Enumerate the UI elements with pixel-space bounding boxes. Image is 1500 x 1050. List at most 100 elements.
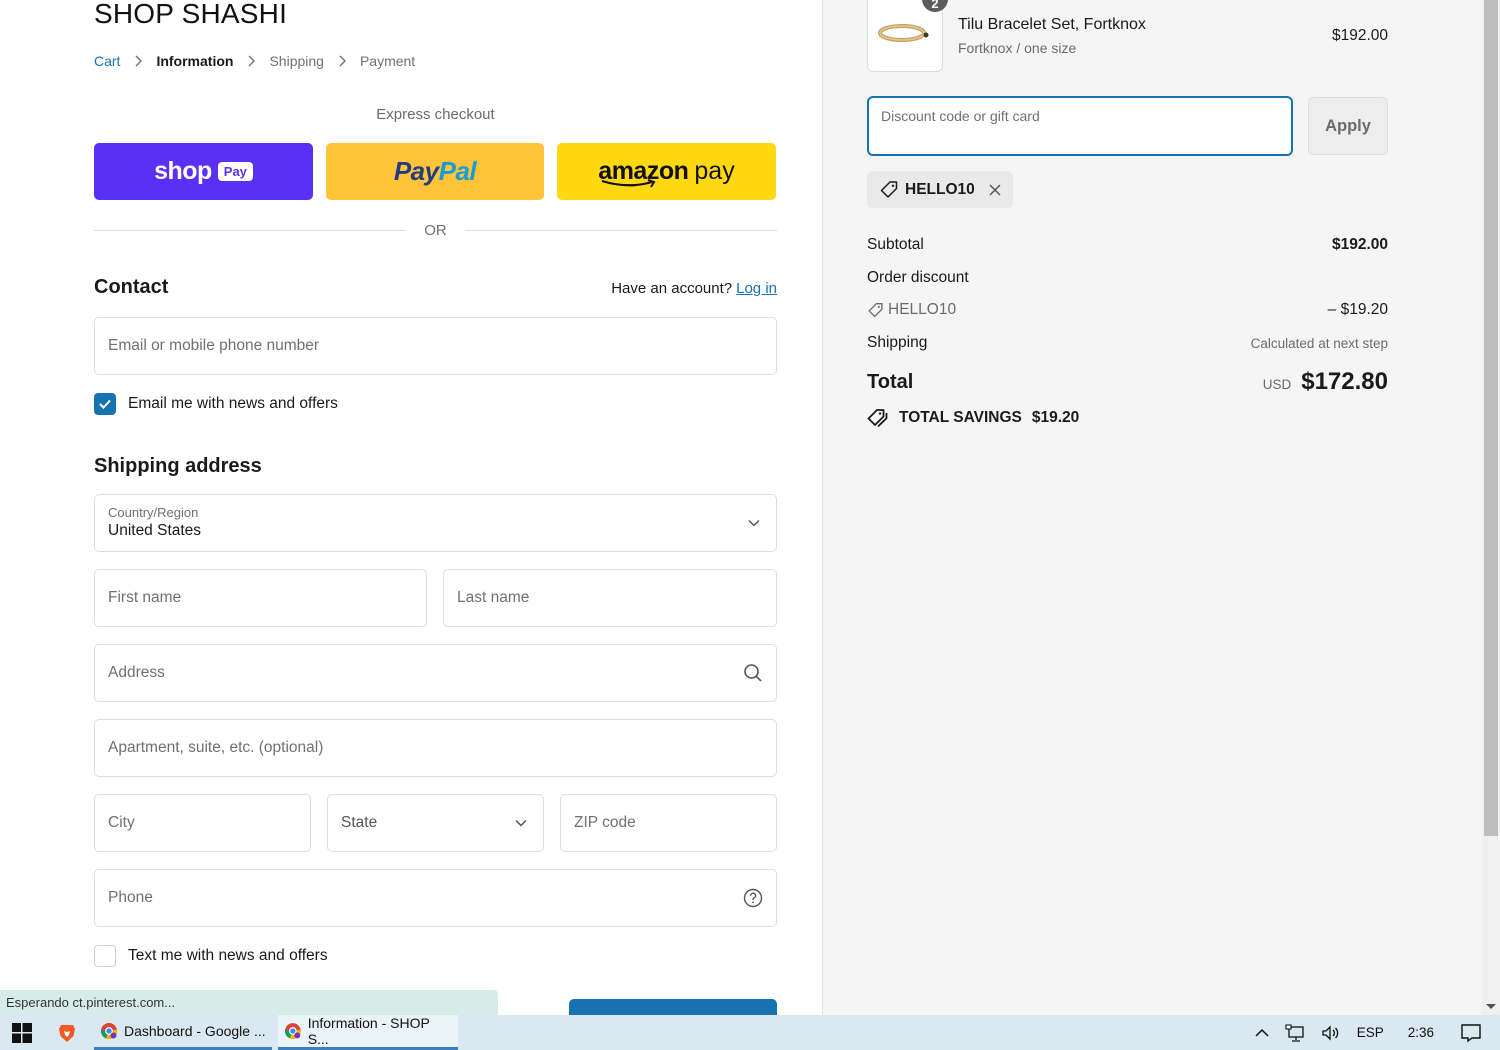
order-discount-label: Order discount (867, 269, 969, 286)
store-name[interactable]: SHOP SHASHI (94, 0, 287, 30)
savings-value: $19.20 (1031, 409, 1080, 426)
discount-input[interactable] (881, 108, 1279, 124)
discount-code-text: HELLO10 (888, 301, 957, 318)
text-offers-checkbox[interactable] (94, 945, 116, 967)
subtotal-value: $192.00 (1331, 236, 1388, 253)
state-select[interactable]: State (327, 794, 544, 852)
discount-value: – $19.20 (1327, 301, 1388, 318)
shop-pay-button[interactable]: shop Pay (94, 143, 313, 200)
address-field[interactable] (94, 644, 777, 702)
login-link[interactable]: Log in (736, 280, 777, 297)
phone-field[interactable] (94, 869, 777, 927)
apartment-input[interactable] (108, 739, 763, 757)
volume-icon[interactable] (1321, 1024, 1341, 1042)
phone-input[interactable] (108, 889, 763, 907)
apply-discount-button[interactable]: Apply (1308, 97, 1388, 155)
windows-logo-icon (12, 1022, 32, 1043)
discount-code: HELLO10 (867, 301, 956, 319)
have-account-text: Have an account? (611, 280, 733, 297)
have-account: Have an account? Log in (611, 280, 777, 297)
notifications-icon[interactable] (1460, 1023, 1482, 1043)
product-price: $192.00 (1331, 27, 1388, 44)
page-scrollbar[interactable] (1482, 0, 1500, 1015)
divider-line (94, 230, 407, 231)
breadcrumb-payment: Payment (359, 53, 416, 69)
network-icon[interactable] (1285, 1023, 1305, 1042)
amazon-pay-logo: amazon pay (598, 157, 735, 188)
paypal-button[interactable]: PayPal (326, 143, 544, 200)
bracelet-image (878, 24, 929, 42)
start-button[interactable] (0, 1015, 44, 1050)
email-offers-label: Email me with news and offers (128, 395, 338, 412)
taskbar-app-label: Dashboard - Google ... (124, 1023, 266, 1039)
city-input[interactable] (108, 814, 297, 832)
email-offers-checkbox-row[interactable]: Email me with news and offers (94, 393, 338, 415)
shop-pay-logo: shop Pay (154, 157, 253, 186)
breadcrumb-cart[interactable]: Cart (94, 53, 120, 69)
clock[interactable]: 2:36 (1408, 1025, 1434, 1040)
windows-taskbar: Dashboard - Google ... Information - SHO… (0, 1015, 1500, 1050)
email-input[interactable] (108, 337, 763, 355)
last-name-field[interactable] (443, 569, 777, 627)
tag-icon (880, 180, 898, 198)
shipping-address-heading: Shipping address (94, 455, 262, 477)
express-checkout-label: Express checkout (376, 106, 495, 123)
address-input[interactable] (108, 664, 763, 682)
divider-line (464, 230, 777, 231)
zip-field[interactable] (560, 794, 777, 852)
breadcrumb-shipping: Shipping (269, 53, 324, 69)
last-name-input[interactable] (457, 589, 763, 607)
chevron-down-icon (515, 819, 527, 827)
first-name-input[interactable] (108, 589, 413, 607)
shipping-label: Shipping (867, 334, 928, 351)
text-offers-checkbox-row[interactable]: Text me with news and offers (94, 945, 328, 967)
text-offers-label: Text me with news and offers (128, 947, 328, 964)
breadcrumb: Cart Information Shipping Payment (94, 53, 415, 69)
chevron-right-icon (134, 55, 143, 67)
applied-code-text: HELLO10 (905, 180, 975, 198)
taskbar-brave[interactable] (44, 1015, 90, 1050)
brave-browser-icon (59, 1024, 75, 1042)
continue-to-shipping-button[interactable] (569, 999, 777, 1015)
product-variant: Fortknox / one size (958, 40, 1077, 56)
browser-status-text: Esperando ct.pinterest.com... (0, 990, 498, 1015)
discount-field[interactable] (867, 96, 1293, 156)
tag-icon (868, 302, 883, 317)
country-select[interactable]: Country/Region United States (94, 494, 777, 552)
total-savings: TOTAL SAVINGS $19.20 (867, 408, 1079, 428)
language-indicator[interactable]: ESP (1357, 1025, 1384, 1040)
email-field[interactable] (94, 317, 777, 375)
chrome-icon (284, 1023, 301, 1039)
total-label: Total (867, 370, 914, 393)
show-hidden-icons-chevron-icon[interactable] (1255, 1028, 1269, 1037)
search-icon[interactable] (743, 663, 763, 683)
discount-code-row: HELLO10 – $19.20 (867, 301, 1388, 319)
taskbar-app-label: Information - SHOP S... (307, 1015, 430, 1047)
zip-input[interactable] (574, 814, 763, 832)
state-placeholder: State (341, 814, 378, 831)
checkout-main: SHOP SHASHI Cart Information Shipping Pa… (0, 0, 822, 1015)
chevron-right-icon (247, 55, 256, 67)
savings-tag-icon (867, 409, 888, 428)
contact-heading: Contact (94, 276, 169, 298)
help-circle-icon[interactable] (743, 888, 763, 908)
first-name-field[interactable] (94, 569, 427, 627)
taskbar-app-information[interactable]: Information - SHOP S... (278, 1015, 458, 1050)
or-divider: OR (94, 222, 777, 239)
country-label: Country/Region (108, 505, 199, 520)
applied-discount-chip: HELLO10 (867, 171, 1013, 208)
city-field[interactable] (94, 794, 311, 852)
paypal-logo: PayPal (393, 156, 477, 186)
chrome-icon (100, 1023, 118, 1039)
apartment-field[interactable] (94, 719, 777, 777)
taskbar-app-dashboard[interactable]: Dashboard - Google ... (94, 1015, 272, 1050)
browser-viewport: SHOP SHASHI Cart Information Shipping Pa… (0, 0, 1500, 1015)
savings-label: TOTAL SAVINGS (899, 409, 1022, 426)
total-value: $172.80 (1301, 368, 1388, 395)
scrollbar-thumb[interactable] (1484, 0, 1498, 836)
scroll-down-arrow-icon[interactable] (1486, 1004, 1496, 1009)
system-tray: ESP 2:36 (1247, 1015, 1500, 1050)
amazon-pay-button[interactable]: amazon pay (557, 143, 776, 200)
remove-discount-icon[interactable] (989, 183, 1001, 196)
email-offers-checkbox[interactable] (94, 393, 116, 415)
